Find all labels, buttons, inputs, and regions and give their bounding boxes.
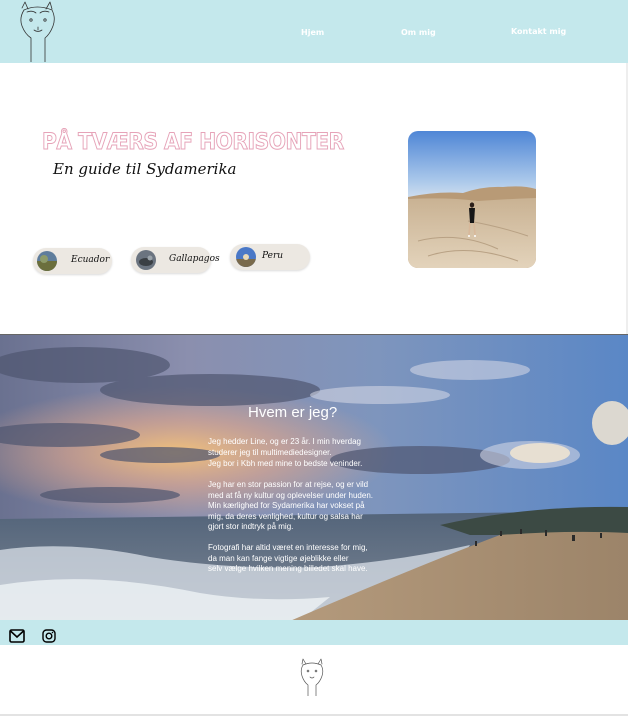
destination-peru[interactable]: Peru [230, 244, 310, 270]
about-line: Jeg bor i Kbh med mine to bedste veninde… [208, 459, 363, 468]
mail-icon[interactable] [9, 629, 25, 643]
alpaca-icon[interactable] [12, 0, 64, 62]
about-line: Jeg har en stor passion for at rejse, og… [208, 480, 369, 489]
destination-label: Peru [262, 251, 284, 261]
destination-label: Gallapagos [169, 254, 220, 264]
page-subtitle: En guide til Sydamerika [53, 160, 237, 178]
beach-sunset-photo [0, 335, 628, 620]
about-line: studerer jeg til multimediedesigner. [208, 448, 332, 457]
nav-kontakt-mig[interactable]: Kontakt mig [511, 27, 566, 36]
destination-ecuador[interactable]: Ecuador [33, 248, 112, 274]
instagram-icon[interactable] [42, 629, 56, 643]
gallapagos-thumbnail [136, 250, 156, 270]
destination-label: Ecuador [71, 255, 110, 265]
about-line: Min kærlighed for Sydamerika har vokset … [208, 501, 365, 510]
footer-bar [0, 620, 628, 645]
about-section: Hvem er jeg? Jeg hedder Line, og er 23 å… [0, 334, 628, 620]
nav-om-mig[interactable]: Om mig [401, 28, 436, 37]
about-line: da man kan fange vigtige øjeblikke eller [208, 554, 349, 563]
about-line: mig, da deres venlighed, kultur og salsa… [208, 512, 363, 521]
hero-photo [408, 131, 536, 268]
about-title: Hvem er jeg? [248, 404, 338, 421]
alpaca-icon [300, 658, 324, 696]
destination-gallapagos[interactable]: Gallapagos [131, 247, 220, 273]
about-line: Fotografi har altid været en interesse f… [208, 543, 368, 552]
about-line: Jeg hedder Line, og er 23 år. I min hver… [208, 437, 361, 446]
nav-hjem[interactable]: Hjem [301, 28, 324, 37]
about-line: gjort stor indtryk på mig. [208, 522, 294, 531]
page-title: PÅ TVÆRS AF HORISONTER [42, 130, 345, 156]
about-line: med at få ny kultur og oplevelser under … [208, 491, 373, 500]
ecuador-thumbnail [37, 251, 57, 271]
peru-thumbnail [236, 247, 256, 267]
about-line: selv vælge hvilken mening billedet skal … [208, 564, 368, 573]
site-header: Hjem Om mig Kontakt mig [0, 0, 628, 63]
